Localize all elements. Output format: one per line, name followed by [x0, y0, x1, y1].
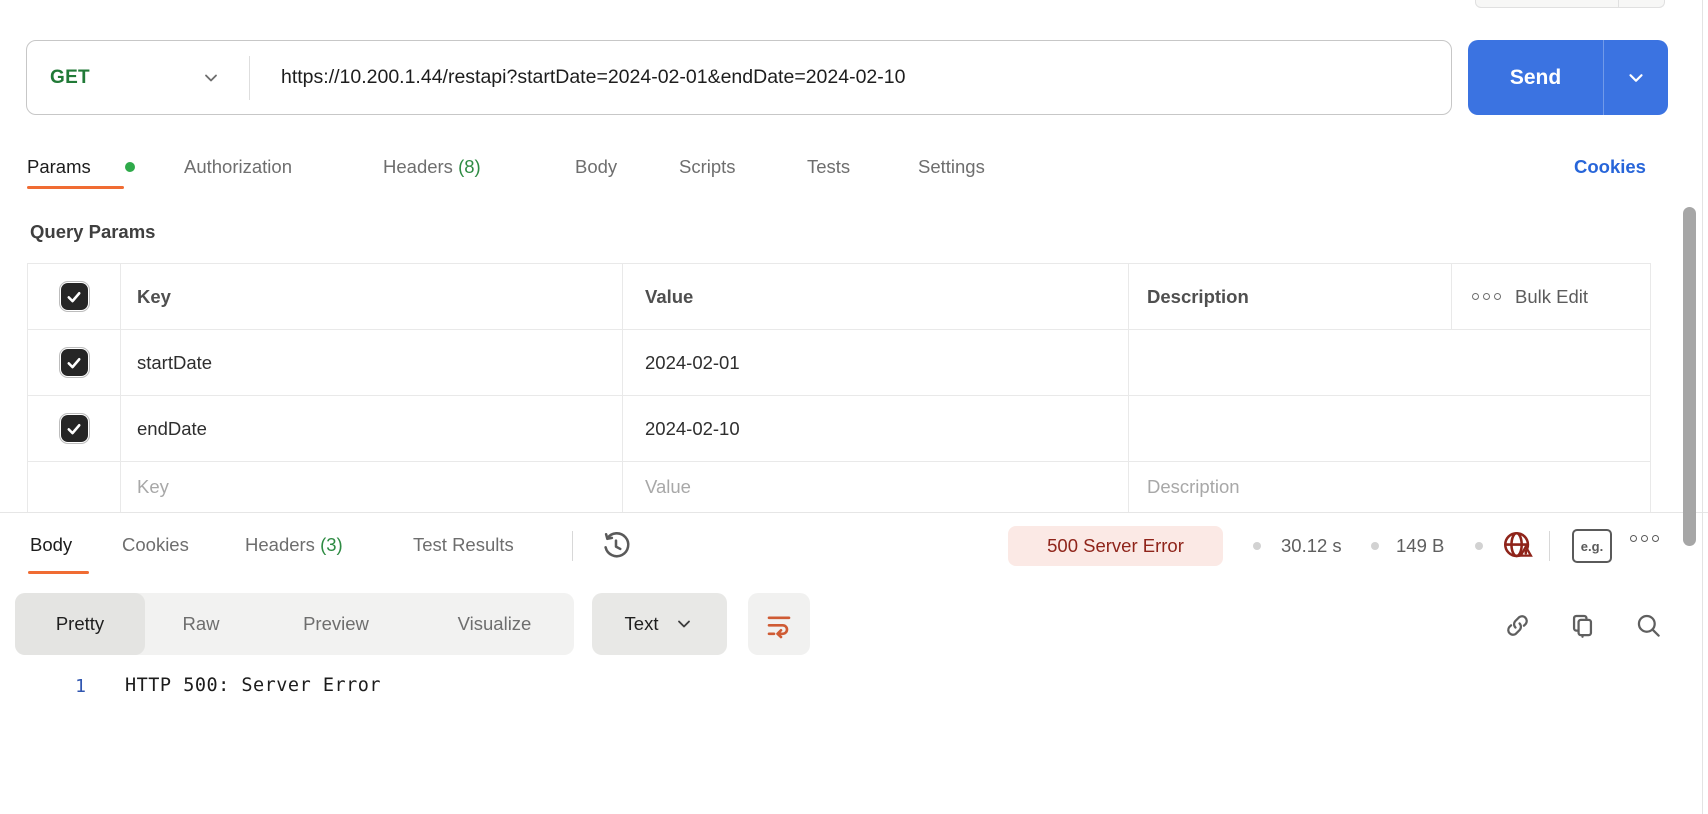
- format-dropdown-value: Text: [625, 613, 659, 635]
- param-row-new: Key Value Description: [28, 462, 1650, 512]
- new-value-input[interactable]: Value: [645, 476, 691, 498]
- view-tab-preview[interactable]: Preview: [257, 593, 415, 655]
- meta-divider: [1549, 531, 1550, 561]
- url-input[interactable]: [250, 66, 1451, 89]
- link-icon[interactable]: [1503, 611, 1531, 639]
- tab-tests[interactable]: Tests: [807, 156, 850, 178]
- query-params-table: Key Value Description Bulk Edit startDat…: [27, 263, 1651, 512]
- headers-count: (8): [458, 156, 481, 177]
- panel-right-border: [1702, 0, 1703, 814]
- param-key-cell[interactable]: endDate: [137, 418, 207, 440]
- status-badge[interactable]: 500 Server Error: [1008, 526, 1223, 566]
- tab-params[interactable]: Params: [27, 156, 91, 178]
- method-label: GET: [50, 67, 90, 89]
- format-dropdown[interactable]: Text: [592, 593, 727, 655]
- tab-authorization[interactable]: Authorization: [184, 156, 292, 178]
- response-headers-count: (3): [320, 534, 343, 555]
- column-header-value: Value: [645, 286, 693, 308]
- response-tab-test-results[interactable]: Test Results: [413, 534, 514, 556]
- line-number: 1: [62, 676, 86, 697]
- param-value-cell[interactable]: 2024-02-01: [645, 352, 740, 374]
- postman-request-view: GET Send Params Authorization Headers (8…: [0, 0, 1708, 814]
- response-tab-cookies[interactable]: Cookies: [122, 534, 189, 556]
- view-tab-raw[interactable]: Raw: [145, 593, 257, 655]
- param-key-cell[interactable]: startDate: [137, 352, 212, 374]
- new-description-input[interactable]: Description: [1147, 476, 1240, 498]
- response-tab-headers[interactable]: Headers (3): [245, 534, 343, 556]
- param-value-cell[interactable]: 2024-02-10: [645, 418, 740, 440]
- example-icon[interactable]: e.g.: [1572, 529, 1612, 563]
- tab-headers[interactable]: Headers (8): [383, 156, 481, 178]
- send-options-caret[interactable]: [1604, 67, 1668, 89]
- meta-separator-dot: [1371, 542, 1379, 550]
- bulk-edit-button[interactable]: Bulk Edit: [1515, 286, 1588, 308]
- response-tab-body[interactable]: Body: [30, 534, 72, 556]
- column-header-key: Key: [137, 286, 171, 308]
- more-options-icon[interactable]: [1630, 535, 1659, 542]
- column-options-icon[interactable]: [1472, 293, 1501, 300]
- view-tab-visualize[interactable]: Visualize: [415, 593, 574, 655]
- request-response-splitter[interactable]: [0, 512, 1708, 513]
- params-modified-dot: [125, 162, 135, 172]
- active-tab-underline: [27, 186, 124, 189]
- tab-body[interactable]: Body: [575, 156, 617, 178]
- save-split-divider: [1618, 0, 1619, 8]
- network-warning-icon[interactable]: [1498, 528, 1538, 564]
- chevron-down-icon: [674, 614, 694, 634]
- method-selector[interactable]: GET: [27, 41, 249, 114]
- view-tab-pretty[interactable]: Pretty: [15, 593, 145, 655]
- tab-scripts[interactable]: Scripts: [679, 156, 736, 178]
- new-key-input[interactable]: Key: [137, 476, 169, 498]
- send-button[interactable]: Send: [1468, 40, 1668, 115]
- param-row-startdate: startDate 2024-02-01: [28, 330, 1650, 396]
- response-tabs-divider: [572, 531, 573, 561]
- wrap-lines-button[interactable]: [748, 593, 810, 655]
- select-all-checkbox[interactable]: [61, 283, 88, 310]
- chevron-down-icon: [201, 68, 221, 88]
- send-button-label: Send: [1468, 66, 1603, 90]
- query-params-heading: Query Params: [30, 221, 155, 243]
- param-description-cell[interactable]: [1129, 330, 1650, 395]
- active-response-tab-underline: [28, 571, 89, 574]
- row-checkbox[interactable]: [61, 415, 88, 442]
- meta-separator-dot: [1475, 542, 1483, 550]
- param-row-enddate: endDate 2024-02-10: [28, 396, 1650, 462]
- row-checkbox[interactable]: [61, 349, 88, 376]
- response-time[interactable]: 30.12 s: [1281, 535, 1342, 557]
- cookies-link[interactable]: Cookies: [1574, 156, 1646, 178]
- save-split-button-partial[interactable]: [1475, 0, 1665, 8]
- table-header-row: Key Value Description Bulk Edit: [28, 264, 1650, 330]
- response-view-switcher: Pretty Raw Preview Visualize: [15, 593, 574, 655]
- url-bar: GET: [26, 40, 1452, 115]
- wrap-lines-icon: [764, 609, 794, 639]
- tab-settings[interactable]: Settings: [918, 156, 985, 178]
- search-icon[interactable]: [1634, 611, 1662, 639]
- response-body-text[interactable]: HTTP 500: Server Error: [125, 675, 381, 696]
- column-header-description: Description: [1147, 286, 1249, 308]
- response-history-icon[interactable]: [598, 528, 634, 564]
- copy-icon[interactable]: [1568, 611, 1596, 639]
- param-description-cell[interactable]: [1129, 396, 1650, 461]
- vertical-scrollbar[interactable]: [1683, 207, 1696, 546]
- meta-separator-dot: [1253, 542, 1261, 550]
- response-size[interactable]: 149 B: [1396, 535, 1444, 557]
